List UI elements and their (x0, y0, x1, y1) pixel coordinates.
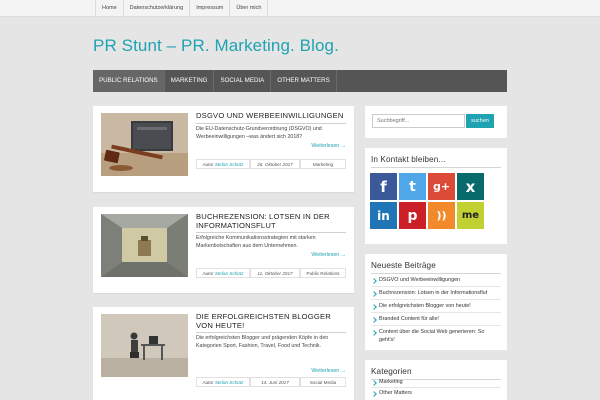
divider (371, 325, 501, 326)
meetup-glyph: me (461, 210, 480, 221)
author-prefix: Autor (202, 271, 214, 276)
main-nav-marketing[interactable]: MARKETING (165, 70, 215, 92)
recent-post-link[interactable]: DSGVO und Werbeeinwilligungen (371, 276, 501, 284)
post-excerpt: Erfolgreiche Kommunikationsstrategien mi… (196, 235, 316, 249)
post-meta: Autor Stefan Schütz 26. Oktober 2017 Mar… (196, 159, 346, 169)
recent-post-link[interactable]: Content über die Social Web generieren: … (371, 328, 501, 344)
linkedin-icon[interactable]: in (370, 202, 397, 229)
read-more-link[interactable]: Weiterlesen → (311, 368, 346, 374)
divider (196, 332, 346, 333)
search-button[interactable]: suchen (466, 114, 494, 128)
recent-post-link[interactable]: Die erfolgreichsten Blogger von heute! (371, 302, 501, 310)
post-category[interactable]: Social Media (300, 377, 346, 387)
linkedin-glyph: in (377, 208, 390, 223)
post-thumbnail-blogger[interactable] (101, 314, 188, 377)
read-more-link[interactable]: Weiterlesen → (311, 143, 346, 149)
google-plus-icon[interactable]: g+ (428, 173, 455, 200)
divider (196, 232, 346, 233)
pinterest-glyph: p (407, 207, 418, 224)
xing-icon[interactable]: x (457, 173, 484, 200)
post-title[interactable]: BUCHREZENSION: LOTSEN IN DER INFORMATION… (196, 212, 346, 230)
contact-widget: In Kontakt bleiben... f t g+ x in p )) m… (365, 148, 507, 244)
recent-post-link[interactable]: Branded Content für alle! (371, 315, 501, 323)
search-widget: suchen (365, 106, 507, 138)
post-author: Autor Stefan Schütz (196, 377, 250, 387)
widget-title: In Kontakt bleiben... (371, 155, 446, 164)
author-link[interactable]: Stefan Schütz (215, 380, 244, 385)
top-bar: Home Datenschutzerklärung Impressum Über… (0, 0, 600, 17)
meetup-icon[interactable]: me (457, 202, 484, 229)
post-excerpt: Die EU-Datenschutz-Grundverordnung (DSGV… (196, 126, 322, 140)
xing-glyph: x (465, 177, 476, 196)
top-nav-home[interactable]: Home (95, 0, 123, 17)
post-card: DSGVO UND WERBEEINWILLIGUNGEN Die EU-Dat… (93, 106, 354, 192)
post-category[interactable]: Public Relations (300, 268, 346, 278)
post-excerpt: Die erfolgreichsten Blogger und prägende… (196, 335, 329, 349)
rss-icon[interactable]: )) (428, 202, 455, 229)
widget-title: Neueste Beiträge (371, 261, 436, 270)
main-nav-other-matters[interactable]: OTHER MATTERS (271, 70, 337, 92)
main-nav-social-media[interactable]: SOCIAL MEDIA (214, 70, 272, 92)
twitter-icon[interactable]: t (399, 173, 426, 200)
facebook-glyph: f (380, 177, 387, 196)
post-category[interactable]: Marketing (300, 159, 346, 169)
facebook-icon[interactable]: f (370, 173, 397, 200)
twitter-glyph: t (409, 178, 416, 195)
category-link[interactable]: Other Matters (371, 389, 501, 397)
top-nav-privacy[interactable]: Datenschutzerklärung (122, 0, 190, 17)
post-date: 14. Juni 2017 (250, 377, 300, 387)
post-author: Autor Stefan Schütz (196, 159, 250, 169)
top-nav: Home Datenschutzerklärung Impressum Über… (95, 0, 269, 17)
author-link[interactable]: Stefan Schütz (215, 162, 244, 167)
post-date: 26. Oktober 2017 (250, 159, 300, 169)
author-prefix: Autor (202, 380, 214, 385)
main-nav-public-relations[interactable]: PUBLIC RELATIONS (93, 70, 165, 92)
divider (371, 312, 501, 313)
rss-glyph: )) (436, 209, 447, 222)
recent-posts-widget: Neueste Beiträge DSGVO und Werbeeinwilli… (365, 254, 507, 350)
pinterest-icon[interactable]: p (399, 202, 426, 229)
top-nav-imprint[interactable]: Impressum (189, 0, 229, 17)
post-meta: Autor Stefan Schütz 11. Oktober 2017 Pub… (196, 268, 346, 278)
read-more-link[interactable]: Weiterlesen → (311, 252, 346, 258)
social-icons: f t g+ x in p )) me (370, 173, 486, 229)
recent-post-link[interactable]: Buchrezension: Lotsen in der Information… (371, 289, 501, 297)
post-thumbnail-room[interactable] (101, 214, 188, 277)
divider (196, 123, 346, 124)
post-title[interactable]: DSGVO UND WERBEEINWILLIGUNGEN (196, 111, 346, 120)
divider (371, 167, 501, 168)
post-card: BUCHREZENSION: LOTSEN IN DER INFORMATION… (93, 207, 354, 293)
main-nav: PUBLIC RELATIONS MARKETING SOCIAL MEDIA … (93, 70, 507, 92)
author-prefix: Autor (202, 162, 214, 167)
category-link[interactable]: Marketing (371, 378, 501, 386)
post-meta: Autor Stefan Schütz 14. Juni 2017 Social… (196, 377, 346, 387)
post-title[interactable]: DIE ERFOLGREICHSTEN BLOGGER VON HEUTE! (196, 312, 346, 330)
google-plus-glyph: g+ (432, 180, 451, 193)
post-author: Autor Stefan Schütz (196, 268, 250, 278)
divider (371, 387, 501, 388)
post-card: DIE ERFOLGREICHSTEN BLOGGER VON HEUTE! D… (93, 307, 354, 400)
search-input[interactable] (372, 114, 465, 128)
divider (371, 273, 501, 274)
divider (371, 286, 501, 287)
divider (371, 299, 501, 300)
site-title[interactable]: PR Stunt – PR. Marketing. Blog. (93, 36, 339, 56)
author-link[interactable]: Stefan Schütz (215, 271, 244, 276)
post-thumbnail-gavel[interactable] (101, 113, 188, 176)
widget-title: Kategorien (371, 367, 412, 376)
categories-widget: Kategorien Marketing Other Matters (365, 360, 507, 400)
top-nav-about[interactable]: Über mich (229, 0, 269, 17)
post-date: 11. Oktober 2017 (250, 268, 300, 278)
